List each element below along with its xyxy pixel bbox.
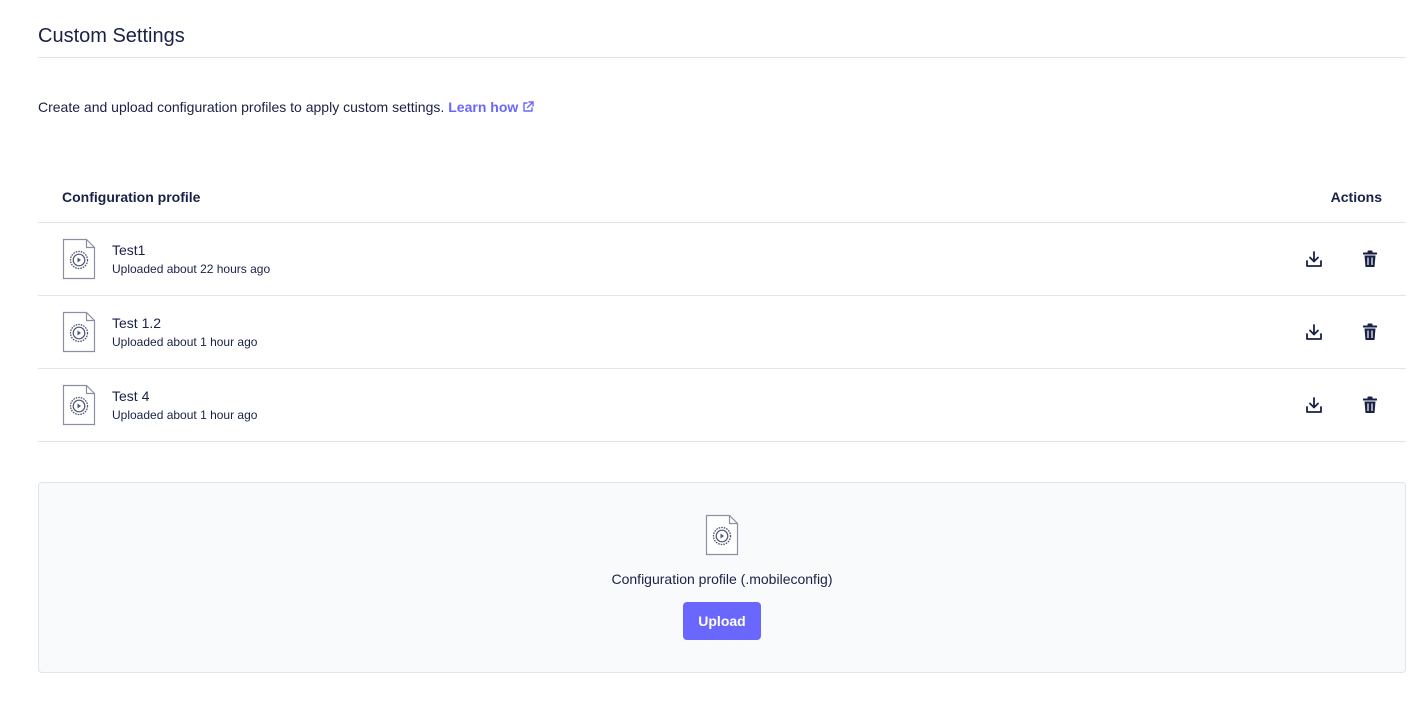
trash-icon bbox=[1363, 250, 1377, 267]
download-button[interactable] bbox=[1302, 247, 1326, 271]
table-row: Test 4 Uploaded about 1 hour ago bbox=[38, 369, 1406, 442]
trash-icon bbox=[1363, 396, 1377, 413]
row-text: Test 1.2 Uploaded about 1 hour ago bbox=[112, 314, 1302, 350]
profile-name: Test1 bbox=[112, 242, 146, 258]
row-text: Test1 Uploaded about 22 hours ago bbox=[112, 241, 1302, 277]
learn-how-link[interactable]: Learn how bbox=[448, 98, 534, 116]
column-header-actions: Actions bbox=[1330, 189, 1382, 205]
profile-file-icon bbox=[62, 238, 96, 280]
custom-settings-page: Custom Settings Create and upload config… bbox=[38, 0, 1406, 673]
table-header: Configuration profile Actions bbox=[38, 172, 1406, 223]
intro-text: Create and upload configuration profiles… bbox=[38, 99, 445, 115]
upload-dropzone: Configuration profile (.mobileconfig) Up… bbox=[38, 482, 1406, 673]
row-text: Test 4 Uploaded about 1 hour ago bbox=[112, 387, 1302, 423]
row-actions bbox=[1302, 247, 1382, 271]
table-row: Test1 Uploaded about 22 hours ago bbox=[38, 223, 1406, 296]
column-header-profile: Configuration profile bbox=[62, 189, 201, 205]
intro-description: Create and upload configuration profiles… bbox=[38, 98, 1406, 116]
profile-file-icon bbox=[62, 311, 96, 353]
delete-button[interactable] bbox=[1358, 320, 1382, 344]
upload-label: Configuration profile (.mobileconfig) bbox=[611, 571, 833, 587]
row-actions bbox=[1302, 320, 1382, 344]
download-icon bbox=[1306, 251, 1322, 267]
profiles-table: Configuration profile Actions Test1 Uplo… bbox=[38, 172, 1406, 442]
profile-name: Test 4 bbox=[112, 388, 150, 404]
profile-file-icon bbox=[705, 514, 739, 556]
delete-button[interactable] bbox=[1358, 247, 1382, 271]
page-title: Custom Settings bbox=[38, 0, 1406, 58]
upload-button[interactable]: Upload bbox=[683, 602, 761, 640]
profile-uploaded: Uploaded about 1 hour ago bbox=[112, 408, 258, 422]
delete-button[interactable] bbox=[1358, 393, 1382, 417]
download-icon bbox=[1306, 397, 1322, 413]
trash-icon bbox=[1363, 323, 1377, 340]
download-button[interactable] bbox=[1302, 393, 1326, 417]
external-link-icon bbox=[523, 101, 534, 112]
profile-file-icon bbox=[62, 384, 96, 426]
download-button[interactable] bbox=[1302, 320, 1326, 344]
profile-uploaded: Uploaded about 22 hours ago bbox=[112, 262, 271, 276]
table-row: Test 1.2 Uploaded about 1 hour ago bbox=[38, 296, 1406, 369]
profile-uploaded: Uploaded about 1 hour ago bbox=[112, 335, 258, 349]
download-icon bbox=[1306, 324, 1322, 340]
profile-name: Test 1.2 bbox=[112, 315, 162, 331]
learn-how-label: Learn how bbox=[448, 99, 519, 115]
row-actions bbox=[1302, 393, 1382, 417]
